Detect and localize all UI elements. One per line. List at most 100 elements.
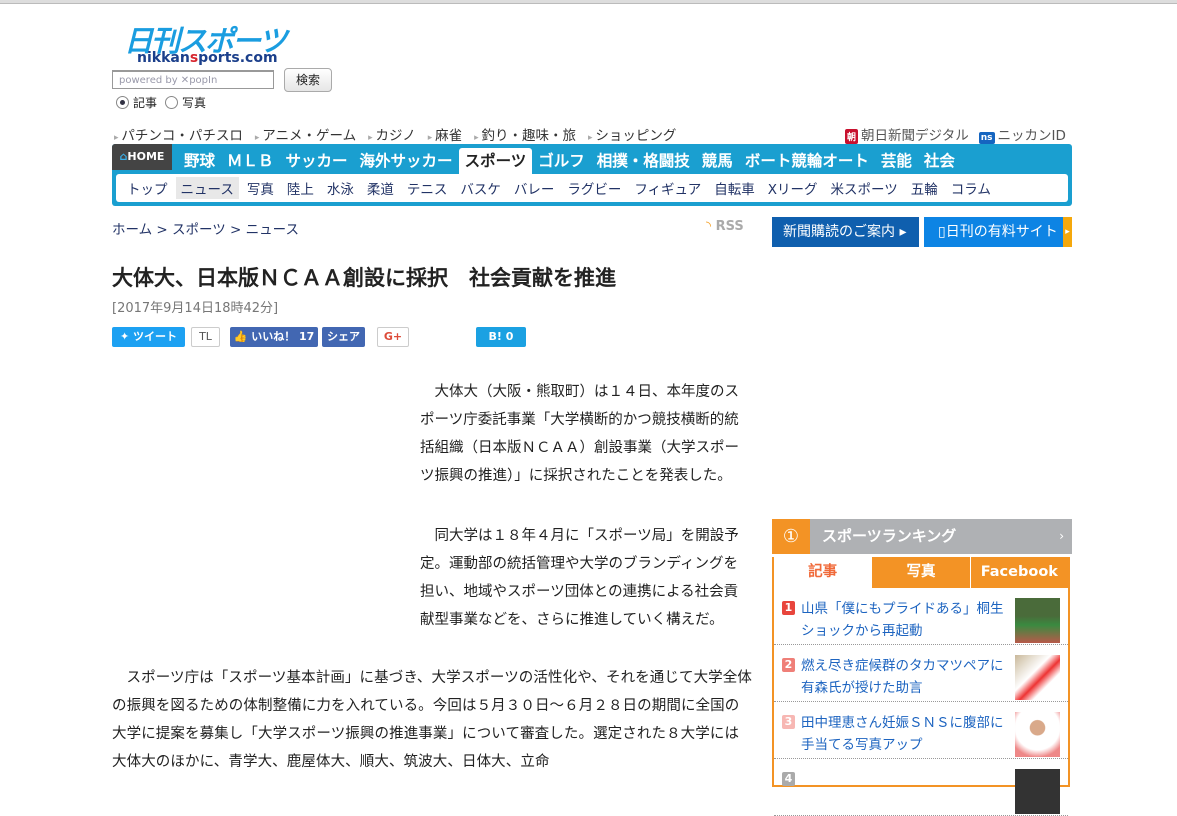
banner-label: 日刊の有料サイト [945, 224, 1058, 240]
ranking-item[interactable]: 4 [774, 759, 1068, 816]
phone-icon: ▯ [938, 224, 946, 240]
nav-main-item[interactable]: 海外サッカー [354, 148, 459, 174]
link-pachinko[interactable]: パチンコ・パチスロ [114, 124, 243, 144]
ranking-thumbnail [1015, 655, 1060, 700]
ranking-item-title[interactable] [801, 769, 1005, 815]
link-label: ニッカンID [997, 128, 1066, 144]
nav-main-item[interactable]: 競馬 [696, 148, 739, 174]
button-label: ツイート [133, 330, 178, 343]
link-casino[interactable]: カジノ [368, 124, 416, 144]
rss-link[interactable]: ◝ RSS [706, 219, 744, 234]
tab-photos[interactable]: 写真 [871, 557, 970, 588]
nav-sub-item[interactable]: トップ [122, 177, 173, 199]
ranking-list: 1 山県「僕にもプライドある」桐生ショックから再起動 2 燃え尽き症候群のタカマツペア… [774, 588, 1068, 816]
ranking-header[interactable]: ① スポーツランキング › [772, 519, 1072, 554]
main-navigation: ⌂HOME 野球 ＭＬＢ サッカー 海外サッカー スポーツ ゴルフ 相撲・格闘技 競馬 ボート競… [112, 144, 1072, 206]
rank-number: 2 [782, 658, 795, 672]
breadcrumb[interactable]: ホーム > スポーツ > ニュース [112, 218, 299, 238]
nav-sub-item[interactable]: 柔道 [362, 177, 399, 199]
ranking-item[interactable]: 2 燃え尽き症候群のタカマツペアに有森氏が授けた助言 [774, 645, 1068, 702]
nav-sub-item[interactable]: テニス [402, 177, 453, 199]
nav-main-item[interactable]: ボート競輪オート [739, 148, 875, 174]
nav-main-item[interactable]: 野球 [178, 148, 221, 174]
nav-main-item[interactable]: ゴルフ [532, 148, 591, 174]
nav-sub-item[interactable]: バレー [509, 177, 560, 199]
article-paragraph: 同大学は１８年４月に「スポーツ局」を開設予定。運動部の統括管理や大学のブランディ… [420, 528, 739, 628]
asahi-icon: 朝 [845, 129, 859, 144]
logo-text: ports.com [198, 50, 278, 66]
nav-sub-item[interactable]: 米スポーツ [826, 177, 903, 199]
nav-sub-item[interactable]: 自転車 [709, 177, 760, 199]
nav-sub-item[interactable]: 陸上 [282, 177, 319, 199]
nav-main-item[interactable]: 芸能 [875, 148, 918, 174]
browser-edge [0, 0, 1177, 4]
ranking-thumbnail [1015, 769, 1060, 814]
search-type-radios: 記事 写真 [116, 94, 206, 111]
ranking-thumbnail [1015, 598, 1060, 643]
rank-number: 1 [782, 601, 795, 615]
button-label: いいね！ 17 [251, 330, 315, 343]
nav-sub-item[interactable]: ニュース [175, 177, 239, 199]
nav-home-label: HOME [127, 150, 165, 163]
rss-icon: ◝ [706, 219, 712, 234]
ranking-item-title[interactable]: 燃え尽き症候群のタカマツペアに有森氏が授けた助言 [801, 655, 1005, 701]
ranking-item[interactable]: 1 山県「僕にもプライドある」桐生ショックから再起動 [774, 588, 1068, 645]
ranking-item[interactable]: 3 田中理恵さん妊娠ＳＮＳに腹部に手当てる写真アップ [774, 702, 1068, 759]
paid-site-banner[interactable]: ▯日刊の有料サイト [924, 217, 1072, 247]
thumbs-up-icon: 👍 [233, 330, 248, 343]
link-fishing[interactable]: 釣り・趣味・旅 [474, 124, 577, 144]
nav-sub-list: トップ ニュース 写真 陸上 水泳 柔道 テニス バスケ バレー ラグビー フィギュア 自転車 Xリーグ… [116, 174, 1068, 202]
subscribe-banner[interactable]: 新聞購読のご案内 ▸ [772, 217, 919, 247]
nav-sub-item[interactable]: バスケ [455, 177, 506, 199]
tab-articles[interactable]: 記事 [774, 557, 872, 588]
facebook-share-button[interactable]: シェア [322, 327, 365, 347]
google-plus-button[interactable]: G+ [377, 327, 409, 347]
rank-number: 4 [782, 772, 795, 786]
link-anime[interactable]: アニメ・ゲーム [255, 124, 356, 144]
radio-label: 記事 [133, 96, 158, 110]
link-mahjong[interactable]: 麻雀 [428, 124, 462, 144]
rss-label: RSS [715, 219, 744, 234]
nav-main-item[interactable]: 相撲・格闘技 [591, 148, 696, 174]
nav-sub-item[interactable]: 写真 [242, 177, 279, 199]
category-links: パチンコ・パチスロ アニメ・ゲーム カジノ 麻雀 釣り・趣味・旅 ショッピング [114, 124, 676, 144]
ranking-tabs: 記事 写真 Facebook [774, 557, 1068, 588]
site-logo-domain[interactable]: nikkansports.com [137, 50, 278, 66]
nav-sub-item[interactable]: ラグビー [562, 177, 626, 199]
facebook-like-button[interactable]: 👍 いいね！ 17 [230, 327, 318, 347]
radio-label: 写真 [182, 96, 207, 110]
nav-sub-item[interactable]: コラム [946, 177, 996, 199]
radio-article[interactable] [116, 96, 129, 109]
tweet-button[interactable]: ✦ ツイート [112, 327, 185, 347]
twitter-tl-button[interactable]: TL [191, 327, 220, 347]
partner-links: 朝朝日新聞デジタル ns ニッカンID [845, 124, 1066, 144]
tab-facebook[interactable]: Facebook [969, 557, 1068, 588]
search-input[interactable]: powered by ✕popIn [112, 70, 274, 89]
logo-text: s [189, 50, 199, 66]
article-paragraph: 大体大（大阪・熊取町）は１４日、本年度のスポーツ庁委託事業「大学横断的かつ競技横… [420, 384, 739, 484]
nav-main-item[interactable]: ＭＬＢ [221, 148, 280, 174]
nav-main-item[interactable]: サッカー [280, 148, 354, 174]
nav-sub-item[interactable]: Xリーグ [763, 177, 823, 199]
radio-photo[interactable] [165, 96, 179, 109]
nav-sub-item[interactable]: 水泳 [322, 177, 359, 199]
ranking-item-title[interactable]: 山県「僕にもプライドある」桐生ショックから再起動 [801, 598, 1005, 644]
search-button[interactable]: 検索 [284, 68, 332, 92]
link-nikkan-id[interactable]: ns ニッカンID [978, 124, 1066, 144]
nav-sub-item[interactable]: フィギュア [629, 177, 706, 199]
article-date: [2017年9月14日18時42分] [112, 301, 279, 316]
link-shopping[interactable]: ショッピング [588, 124, 676, 144]
nav-main-item[interactable]: スポーツ [458, 148, 533, 174]
ranking-title: スポーツランキング [822, 527, 957, 545]
nav-main-item[interactable]: 社会 [918, 148, 961, 174]
ranking-item-title[interactable]: 田中理恵さん妊娠ＳＮＳに腹部に手当てる写真アップ [801, 712, 1005, 758]
article-paragraph: スポーツ庁は「スポーツ基本計画」に基づき、大学スポーツの活性化や、それを通じて大… [112, 670, 752, 770]
nav-main-list: 野球 ＭＬＢ サッカー 海外サッカー スポーツ ゴルフ 相撲・格闘技 競馬 ボート競輪オート 芸能… [178, 148, 961, 174]
ranking-box: 記事 写真 Facebook 1 山県「僕にもプライドある」桐生ショックから再起動… [772, 557, 1070, 816]
hatena-bookmark-button[interactable]: B! 0 [476, 327, 526, 347]
ranking-thumbnail [1015, 712, 1060, 757]
nav-sub-item[interactable]: 五輪 [906, 177, 943, 199]
link-asahi[interactable]: 朝朝日新聞デジタル [845, 124, 969, 144]
nav-home[interactable]: ⌂HOME [112, 144, 172, 170]
rank-number: 3 [782, 715, 795, 729]
